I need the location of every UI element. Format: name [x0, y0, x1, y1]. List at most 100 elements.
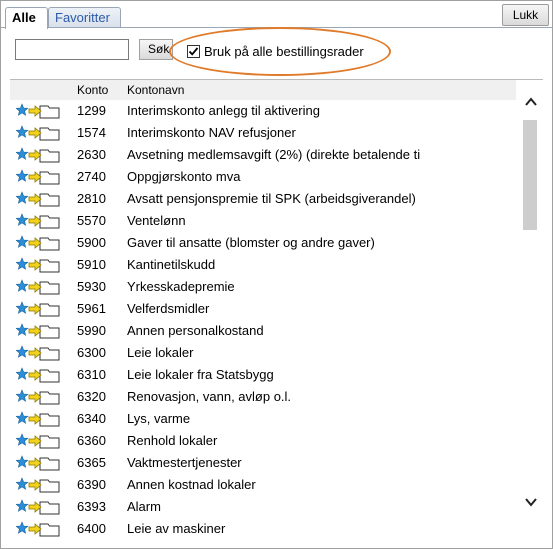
account-name: Leie lokaler fra Statsbygg	[127, 367, 274, 382]
account-number: 6393	[77, 499, 106, 514]
account-number: 2740	[77, 169, 106, 184]
favorite-add-icon[interactable]	[15, 301, 62, 317]
account-name: Gaver til ansatte (blomster og andre gav…	[127, 235, 375, 250]
column-header-kontonavn[interactable]: Kontonavn	[127, 83, 184, 97]
favorite-add-icon[interactable]	[15, 455, 62, 471]
account-name: Lys, varme	[127, 411, 191, 426]
table-row[interactable]: 6340 Lys, varme	[10, 408, 520, 430]
tab-alle[interactable]: Alle	[5, 7, 48, 29]
favorite-add-icon[interactable]	[15, 389, 62, 405]
favorite-add-icon[interactable]	[15, 213, 62, 229]
favorite-add-icon[interactable]	[15, 235, 62, 251]
table-row[interactable]: 5930 Yrkesskadepremie	[10, 276, 520, 298]
account-name: Vaktmestertjenester	[127, 455, 242, 470]
table-row[interactable]: 6360 Renhold lokaler	[10, 430, 520, 452]
list-header: Konto Kontonavn	[10, 80, 516, 100]
list-rows: 1299 Interimskonto anlegg til aktivering 1…	[10, 100, 520, 548]
account-number: 6320	[77, 389, 106, 404]
table-row[interactable]: 6310 Leie lokaler fra Statsbygg	[10, 364, 520, 386]
account-number: 5930	[77, 279, 106, 294]
apply-all-option[interactable]: Bruk på alle bestillingsrader	[187, 43, 364, 59]
favorite-add-icon[interactable]	[15, 169, 62, 185]
account-number: 6340	[77, 411, 106, 426]
account-list: Konto Kontonavn 1299 Interimskonto anlegg…	[10, 79, 543, 548]
account-name: Interimskonto anlegg til aktivering	[127, 103, 320, 118]
tab-bar: Alle Favoritter	[1, 1, 552, 29]
account-name: Yrkesskadepremie	[127, 279, 235, 294]
table-row[interactable]: 5910 Kantinetilskudd	[10, 254, 520, 276]
table-row[interactable]: 6365 Vaktmestertjenester	[10, 452, 520, 474]
favorite-add-icon[interactable]	[15, 499, 62, 515]
account-picker-window: Alle Favoritter Lukk Søk Bruk på alle be…	[0, 0, 553, 549]
scroll-up-icon[interactable]	[522, 94, 540, 110]
scrollbar-thumb[interactable]	[523, 120, 537, 230]
account-number: 5570	[77, 213, 106, 228]
favorite-add-icon[interactable]	[15, 367, 62, 383]
favorite-add-icon[interactable]	[15, 433, 62, 449]
scroll-down-icon[interactable]	[522, 494, 540, 510]
account-name: Avsatt pensjonspremie til SPK (arbeidsgi…	[127, 191, 416, 206]
favorite-add-icon[interactable]	[15, 323, 62, 339]
table-row[interactable]: 5961 Velferdsmidler	[10, 298, 520, 320]
favorite-add-icon[interactable]	[15, 125, 62, 141]
table-row[interactable]: 6393 Alarm	[10, 496, 520, 518]
checkmark-icon	[188, 46, 199, 56]
search-button[interactable]: Søk	[139, 39, 173, 60]
account-name: Ventelønn	[127, 213, 186, 228]
account-number: 6400	[77, 521, 106, 536]
table-row[interactable]: 6320 Renovasjon, vann, avløp o.l.	[10, 386, 520, 408]
table-row[interactable]: 5990 Annen personalkostand	[10, 320, 520, 342]
favorite-add-icon[interactable]	[15, 147, 62, 163]
table-row[interactable]: 1574 Interimskonto NAV refusjoner	[10, 122, 520, 144]
account-number: 6300	[77, 345, 106, 360]
favorite-add-icon[interactable]	[15, 279, 62, 295]
table-row[interactable]: 5570 Ventelønn	[10, 210, 520, 232]
account-name: Annen personalkostand	[127, 323, 264, 338]
account-number: 5990	[77, 323, 106, 338]
favorite-add-icon[interactable]	[15, 191, 62, 207]
close-button[interactable]: Lukk	[502, 4, 549, 26]
favorite-add-icon[interactable]	[15, 103, 62, 119]
account-number: 2810	[77, 191, 106, 206]
account-name: Renovasjon, vann, avløp o.l.	[127, 389, 292, 404]
account-number: 6310	[77, 367, 106, 382]
account-name: Alarm	[127, 499, 161, 514]
account-name: Velferdsmidler	[127, 301, 210, 316]
account-name: Annen kostnad lokaler	[127, 477, 256, 492]
account-number: 5900	[77, 235, 106, 250]
table-row[interactable]: 2810 Avsatt pensjonspremie til SPK (arbei…	[10, 188, 520, 210]
favorite-add-icon[interactable]	[15, 345, 62, 361]
account-name: Renhold lokaler	[127, 433, 218, 448]
favorite-add-icon[interactable]	[15, 411, 62, 427]
table-row[interactable]: 6300 Leie lokaler	[10, 342, 520, 364]
account-name: Leie lokaler	[127, 345, 194, 360]
table-row[interactable]: 6400 Leie av maskiner	[10, 518, 520, 540]
apply-all-checkbox[interactable]	[187, 44, 200, 58]
account-name: Interimskonto NAV refusjoner	[127, 125, 296, 140]
account-name: Leie av maskiner	[127, 521, 226, 536]
account-number: 6390	[77, 477, 106, 492]
search-input[interactable]	[15, 39, 129, 60]
column-header-konto[interactable]: Konto	[77, 83, 108, 97]
table-row[interactable]: 1299 Interimskonto anlegg til aktivering	[10, 100, 520, 122]
table-row[interactable]: 2630 Avsetning medlemsavgift (2%) (direkt…	[10, 144, 520, 166]
table-row[interactable]: 6390 Annen kostnad lokaler	[10, 474, 520, 496]
account-number: 1574	[77, 125, 106, 140]
favorite-add-icon[interactable]	[15, 477, 62, 493]
account-number: 2630	[77, 147, 106, 162]
apply-all-label: Bruk på alle bestillingsrader	[204, 43, 364, 59]
table-row[interactable]: 2740 Oppgjørskonto mva	[10, 166, 520, 188]
account-name: Oppgjørskonto mva	[127, 169, 241, 184]
account-number: 5961	[77, 301, 106, 316]
account-name: Avsetning medlemsavgift (2%) (direkte be…	[127, 147, 421, 162]
table-row[interactable]: 5900 Gaver til ansatte (blomster og andre…	[10, 232, 520, 254]
vertical-scrollbar[interactable]	[520, 88, 541, 518]
tab-favoritter[interactable]: Favoritter	[48, 7, 121, 27]
favorite-add-icon[interactable]	[15, 257, 62, 273]
account-number: 6365	[77, 455, 106, 470]
account-number: 6360	[77, 433, 106, 448]
favorite-add-icon[interactable]	[15, 521, 62, 537]
account-name: Kantinetilskudd	[127, 257, 216, 272]
account-number: 1299	[77, 103, 106, 118]
account-number: 5910	[77, 257, 106, 272]
